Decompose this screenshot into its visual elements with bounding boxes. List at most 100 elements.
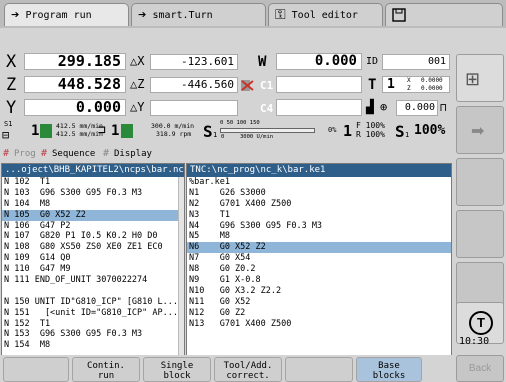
grid-icon: # [103, 148, 110, 159]
right-code-line[interactable]: N9 G1 X-0.8 [187, 275, 451, 286]
bottom-key-empty-2[interactable] [285, 357, 353, 382]
right-program-pane[interactable]: TNC:\nc_prog\nc_k\bar.ke1 %bar.ke1 N1 G26… [186, 163, 452, 356]
right-code-line[interactable]: N11 G0 X52 [187, 297, 451, 308]
s-sub: 1 [213, 131, 218, 139]
right-pane-lines: %bar.ke1 N1 G26 S3000 N2 G701 X400 Z500 N3 … [187, 177, 451, 329]
tool-t-icon: T [469, 311, 493, 335]
continuous-run-button[interactable]: Contin. run [72, 357, 140, 382]
right-code-line[interactable]: N5 M8 [187, 231, 451, 242]
delta-label-y: △Y [130, 100, 145, 114]
key-line2: run [97, 371, 115, 381]
right-code-line[interactable]: N10 G0 X3.2 Z2.2 [187, 286, 451, 297]
tab-tool-editor[interactable]: ⚿ Tool editor [268, 3, 383, 26]
aux-axis-c1: C1 [260, 79, 274, 92]
right-code-line[interactable]: N13 G701 X400 Z500 [187, 319, 451, 330]
left-code-line[interactable]: N 107 G820 P1 I0.5 K0.2 H0 D0 [2, 231, 184, 242]
right-code-line[interactable]: N3 T1 [187, 210, 451, 221]
right-code-line[interactable]: N2 G701 X400 Z500 [187, 199, 451, 210]
machine-view-icon: ⊞ [465, 69, 481, 89]
scale-zero: 0 [221, 134, 225, 140]
key-line2: correct. [226, 371, 270, 381]
left-code-line[interactable]: N 109 G14 Q0 [2, 253, 184, 264]
status-strip: S1 ⊟ 1 412.5 mm/min 412.5 mm/min ⊐ 1 300… [0, 119, 453, 145]
mode-sequence[interactable]: Sequence [52, 149, 95, 159]
right-code-line[interactable]: N12 G0 Z2 [187, 308, 451, 319]
delta-value-z: -446.560 [150, 77, 238, 93]
left-code-line[interactable]: N 102 T1 [2, 177, 184, 188]
spindle-status: S1 ⊟ [2, 120, 30, 144]
left-code-line[interactable]: N 111 END_OF_UNIT 3070022274 [2, 275, 184, 286]
tool-number: 1 [387, 77, 395, 92]
left-code-line[interactable]: N 150 UNIT ID"G810_ICP" [G810 L... [2, 297, 184, 308]
left-code-line[interactable]: N 110 G47 M9 [2, 264, 184, 275]
left-code-line[interactable]: N 153 G96 S300 G95 F0.3 M3 [2, 329, 184, 340]
key-line1: Tool/Add. [223, 361, 273, 371]
right-code-line[interactable]: N1 G26 S3000 [187, 188, 451, 199]
aux-axis-w: W [258, 54, 267, 70]
side-key-arrow[interactable]: ➡ [456, 106, 504, 154]
mode-prog[interactable]: Prog [14, 149, 36, 159]
right-code-line[interactable]: N4 G96 S300 G95 F0.3 M3 [187, 221, 451, 232]
tab-label: Tool editor [291, 9, 358, 21]
left-code-line[interactable] [2, 286, 184, 297]
speed-bar [220, 128, 315, 133]
axis-label-y: Y [6, 98, 17, 118]
left-code-line[interactable]: N 154 M8 [2, 340, 184, 351]
chuck-icon: ▟ [366, 100, 374, 115]
tab-label: smart.Turn [152, 9, 213, 21]
r-override: R 100% [356, 130, 385, 139]
tab-save[interactable] [385, 3, 503, 26]
tab-smart-turn[interactable]: ➔ smart.Turn [131, 3, 266, 26]
base-blocks-button[interactable]: Base blocks [356, 357, 422, 382]
aux-value-w: 0.000 [276, 53, 362, 70]
left-code-line[interactable]: N 104 M8 [2, 199, 184, 210]
s-override-label: S [395, 122, 405, 141]
left-pane-header: ...oject\BHB_KAPITEL2\ncps\bar.nc [2, 164, 184, 177]
spindle-number: 1 [31, 123, 40, 139]
left-code-line[interactable]: N 103 G96 S300 G95 F0.3 M3 [2, 188, 184, 199]
side-key-4[interactable] [456, 210, 504, 258]
feed-icon: ⊐ [98, 123, 106, 138]
key-line2: blocks [372, 371, 406, 381]
side-softkey-bar: ⊞ ➡ T 10:30 Back [453, 28, 506, 382]
axis-row-x: X 299.185 △X -123.601 W 0.000 ID 001 [0, 52, 453, 72]
mode-display[interactable]: Display [114, 149, 152, 159]
pct-zero: 0% [328, 126, 337, 134]
axis-lock-icon [240, 77, 254, 91]
side-key-machine[interactable]: ⊞ [456, 54, 504, 102]
side-key-3[interactable] [456, 158, 504, 206]
right-code-line[interactable]: N6 G0 X52 Z2 [187, 242, 451, 254]
bottom-key-empty-1[interactable] [3, 357, 69, 382]
left-scrollbar[interactable] [178, 177, 184, 355]
feed-bottom: 412.5 mm/min [56, 130, 103, 138]
right-code-line[interactable]: N8 G0 Z0.2 [187, 264, 451, 275]
right-code-line[interactable]: %bar.ke1 [187, 177, 451, 188]
axis-label-x: X [6, 52, 17, 72]
delta-label-x: △X [130, 54, 145, 68]
single-block-button[interactable]: Single block [143, 357, 211, 382]
tool-x-label: X [407, 77, 411, 84]
tool-z-value: 0.0000 [421, 85, 443, 92]
key-line1: Single [160, 361, 194, 371]
back-button[interactable]: Back [456, 355, 504, 382]
scale-rpm: 3000 U/min [240, 134, 274, 140]
speed-top: 300.0 m/min [151, 122, 195, 130]
left-code-line[interactable]: N 151 [<unit ID="G810_ICP" AP... [2, 308, 184, 319]
axis-label-z: Z [6, 75, 17, 95]
save-icon [392, 8, 406, 22]
right-code-line[interactable]: N7 G0 X54 [187, 253, 451, 264]
grid-icon: # [41, 148, 48, 159]
tool-correct-button[interactable]: Tool/Add. correct. [214, 357, 282, 382]
scale-ticks: 0 50 100 150 [220, 120, 260, 126]
axis-value-z: 448.528 [24, 76, 126, 93]
tab-label: Program run [25, 9, 92, 21]
left-code-line[interactable]: N 152 T1 [2, 319, 184, 330]
axis-row-y: Y 0.000 △Y C4 ▟ ⊕ 0.000 ⊓ [0, 98, 453, 118]
tab-program-run[interactable]: ➔ Program run [4, 3, 129, 26]
delta-label-z: △Z [130, 77, 145, 91]
left-code-line[interactable]: N 108 G80 XS50 ZS0 XE0 ZE1 EC0 [2, 242, 184, 253]
right-pane-header: TNC:\nc_prog\nc_k\bar.ke1 [187, 164, 451, 177]
left-code-line[interactable]: N 105 G0 X52 Z2 [2, 209, 184, 221]
left-program-pane[interactable]: ...oject\BHB_KAPITEL2\ncps\bar.nc N 102 … [1, 163, 185, 356]
left-code-line[interactable]: N 106 G47 P2 [2, 221, 184, 232]
